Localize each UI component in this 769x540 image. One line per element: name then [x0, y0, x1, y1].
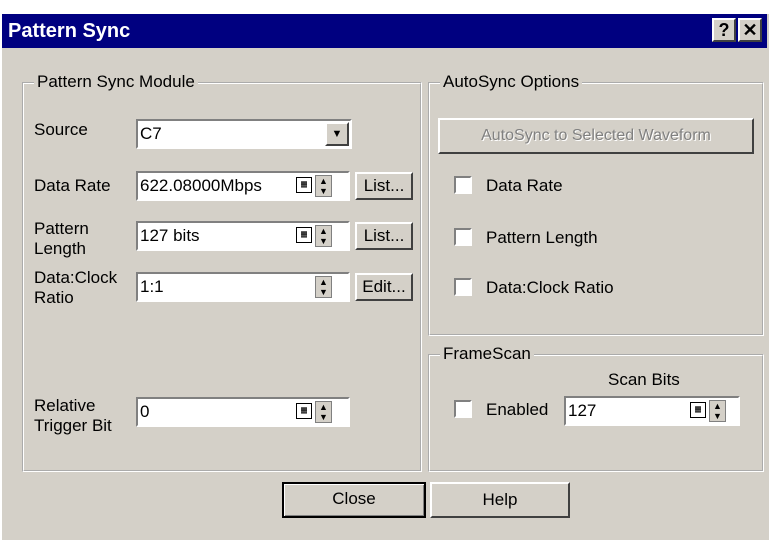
pattern-length-option-label: Pattern Length	[486, 228, 598, 247]
autosync-button[interactable]: AutoSync to Selected Waveform	[438, 118, 754, 154]
dialog-window: Pattern Sync ? ✕ Pattern Sync Module Sou…	[0, 12, 769, 540]
pattern-length-value: 127 bits	[140, 226, 200, 245]
data-clock-ratio-option-label: Data:Clock Ratio	[486, 278, 614, 297]
title-bar[interactable]: Pattern Sync ? ✕	[2, 14, 767, 48]
source-dropdown[interactable]: C7 ▼	[136, 119, 352, 149]
window-title: Pattern Sync	[8, 20, 131, 42]
data-rate-label: Data Rate	[34, 176, 111, 195]
data-clock-ratio-value: 1:1	[140, 277, 164, 296]
group-title: Pattern Sync Module	[34, 72, 198, 92]
source-label: Source	[34, 120, 88, 139]
calculator-icon[interactable]: ▦	[690, 402, 706, 418]
data-clock-ratio-input[interactable]: 1:1 ▲ ▼	[136, 272, 350, 302]
spinner-icon[interactable]: ▲ ▼	[315, 401, 332, 423]
pattern-length-label: Pattern Length	[34, 219, 89, 258]
data-rate-list-button[interactable]: List...	[355, 172, 413, 200]
framescan-enabled-label: Enabled	[486, 400, 549, 419]
spinner-icon[interactable]: ▲ ▼	[315, 225, 332, 247]
close-icon[interactable]: ✕	[738, 18, 762, 42]
relative-trigger-bit-input[interactable]: 0 ▦ ▲ ▼	[136, 397, 350, 427]
chevron-down-icon[interactable]: ▼	[325, 122, 349, 146]
spinner-icon[interactable]: ▲ ▼	[315, 276, 332, 298]
scan-bits-input[interactable]: 127 ▦ ▲ ▼	[564, 396, 740, 426]
framescan-enabled-checkbox[interactable]	[454, 400, 472, 418]
data-clock-ratio-checkbox[interactable]	[454, 278, 472, 296]
calculator-icon[interactable]: ▦	[296, 227, 312, 243]
calculator-icon[interactable]: ▦	[296, 177, 312, 193]
group-title: AutoSync Options	[440, 72, 583, 92]
pattern-length-checkbox[interactable]	[454, 228, 472, 246]
pattern-length-input[interactable]: 127 bits ▦ ▲ ▼	[136, 221, 350, 251]
data-rate-checkbox[interactable]	[454, 176, 472, 194]
spinner-icon[interactable]: ▲ ▼	[315, 175, 332, 197]
data-clock-ratio-label: Data:Clock Ratio	[34, 268, 118, 307]
spinner-icon[interactable]: ▲ ▼	[709, 400, 726, 422]
calculator-icon[interactable]: ▦	[296, 403, 312, 419]
data-rate-option-label: Data Rate	[486, 176, 563, 195]
source-value: C7	[140, 124, 162, 143]
data-rate-value: 622.08000Mbps	[140, 176, 262, 195]
relative-trigger-bit-label: Relative Trigger Bit	[34, 396, 112, 435]
group-title: FrameScan	[440, 344, 534, 364]
relative-trigger-bit-value: 0	[140, 402, 150, 421]
help-icon[interactable]: ?	[712, 18, 736, 42]
scan-bits-value: 127	[568, 401, 597, 420]
help-button[interactable]: Help	[430, 482, 570, 518]
data-clock-ratio-edit-button[interactable]: Edit...	[355, 273, 413, 301]
data-rate-input[interactable]: 622.08000Mbps ▦ ▲ ▼	[136, 171, 350, 201]
scan-bits-label: Scan Bits	[608, 370, 680, 389]
pattern-length-list-button[interactable]: List...	[355, 222, 413, 250]
close-button[interactable]: Close	[282, 482, 426, 518]
